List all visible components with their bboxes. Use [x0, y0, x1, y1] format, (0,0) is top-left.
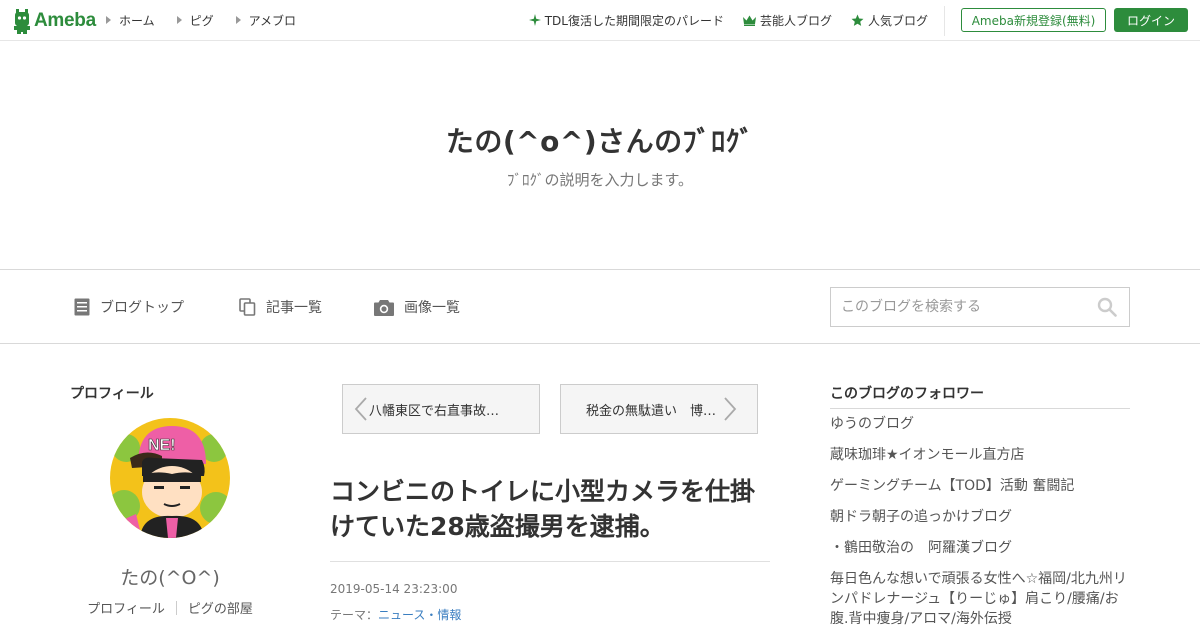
blog-description: ﾌﾞﾛｸﾞの説明を入力します。 — [506, 171, 693, 189]
trend-link-celebrity-label: 芸能人ブログ — [759, 13, 832, 28]
blog-title[interactable]: たの(^o^)さんのﾌﾞﾛｸﾞ — [0, 120, 1200, 160]
blognav-entries-label: 記事一覧 — [266, 300, 322, 316]
avatar[interactable]: NE! — [110, 418, 230, 538]
trend-link-popular[interactable]: 人気ブログ — [851, 12, 928, 29]
caret-right-icon — [106, 16, 111, 24]
divider — [944, 6, 945, 36]
blog-search — [830, 287, 1130, 327]
camera-icon — [374, 299, 394, 316]
trend-link-parade-label: TDL復活した期間限定のパレード — [544, 13, 724, 28]
search-input[interactable] — [831, 288, 1091, 326]
copy-icon — [239, 298, 256, 316]
profile-name[interactable]: たの(^O^) — [70, 563, 270, 590]
blognav-top[interactable]: ブログトップ — [74, 297, 184, 317]
logo-text: Ameba — [34, 10, 96, 31]
next-entry-title: 税金の無駄遣い 博… — [586, 403, 717, 419]
article-title[interactable]: コンビニのトイレに小型カメラを仕掛けていた28歳盗撮男を逮捕。 — [330, 474, 770, 544]
follower-item[interactable]: ゆうのブログ — [830, 414, 1130, 434]
theme-link[interactable]: ニュース・情報 — [378, 608, 461, 622]
follower-item[interactable]: 毎日色んな想いで頑張る女性へ☆福岡/北九州リンパドレナージュ【りーじゅ】肩こり/… — [830, 569, 1130, 629]
prev-entry-title: 八幡東区で右直事故… — [369, 403, 500, 419]
divider — [175, 600, 177, 615]
nav-ameblo[interactable]: アメブロ — [235, 12, 297, 29]
follower-item[interactable]: ・鶴田敬治の 阿羅漢ブログ — [830, 538, 1130, 558]
followers-heading: このブログのフォロワー — [830, 386, 984, 402]
caret-right-icon — [235, 16, 241, 24]
blognav-images[interactable]: 画像一覧 — [374, 297, 460, 317]
blog-nav: ブログトップ 記事一覧 画像一覧 — [0, 271, 1200, 344]
nav-pigg-label: ピグ — [189, 13, 214, 28]
login-button[interactable]: ログイン — [1114, 8, 1188, 32]
pigg-room-link[interactable]: ピグの部屋 — [188, 598, 253, 617]
star-icon — [851, 14, 864, 26]
global-nav: ホーム ピグ アメブロ — [106, 0, 318, 40]
profile-link[interactable]: プロフィール — [87, 598, 165, 617]
nav-ameblo-label: アメブロ — [248, 13, 297, 28]
search-icon[interactable] — [1097, 297, 1117, 317]
next-entry-button[interactable]: 税金の無駄遣い 博… — [560, 384, 758, 434]
blog-header: たの(^o^)さんのﾌﾞﾛｸﾞ ﾌﾞﾛｸﾞの説明を入力します。 — [0, 41, 1200, 270]
article-theme: テーマ：ニュース・情報 — [330, 606, 461, 623]
followers-list: ゆうのブログ 蔵味珈琲★イオンモール直方店 ゲーミングチーム【TOD】活動 奮闘… — [830, 414, 1130, 630]
follower-item[interactable]: 蔵味珈琲★イオンモール直方店 — [830, 445, 1130, 465]
trend-links: TDL復活した期間限定のパレード 芸能人ブログ 人気ブログ — [510, 0, 928, 40]
nav-home-label: ホーム — [119, 13, 155, 28]
theme-label: テーマ： — [330, 608, 379, 622]
top-bar: Ameba ホーム ピグ アメブロ TDL復活した期間限定のパレード 芸能人ブロ… — [0, 0, 1200, 41]
chevron-left-icon — [354, 397, 367, 421]
blognav-entries[interactable]: 記事一覧 — [239, 297, 322, 317]
crown-icon — [742, 15, 756, 26]
divider — [830, 408, 1130, 409]
document-icon — [74, 298, 90, 316]
sparkle-icon — [528, 14, 541, 26]
trend-link-popular-label: 人気ブログ — [867, 13, 928, 28]
ameba-mascot-icon — [14, 8, 30, 34]
nav-home[interactable]: ホーム — [106, 12, 155, 29]
prev-entry-button[interactable]: 八幡東区で右直事故… — [342, 384, 540, 434]
profile-links: プロフィール ピグの部屋 — [70, 598, 270, 617]
svg-text:NE!: NE! — [148, 437, 176, 454]
ameba-logo[interactable]: Ameba — [12, 8, 96, 34]
follower-item[interactable]: ゲーミングチーム【TOD】活動 奮闘記 — [830, 476, 1130, 496]
profile-heading: プロフィール — [70, 386, 154, 402]
register-button[interactable]: Ameba新規登録(無料) — [961, 8, 1106, 32]
trend-link-parade[interactable]: TDL復活した期間限定のパレード — [528, 12, 724, 29]
nav-pigg[interactable]: ピグ — [176, 12, 214, 29]
divider — [330, 561, 770, 562]
blognav-top-label: ブログトップ — [100, 300, 184, 316]
blognav-images-label: 画像一覧 — [404, 300, 460, 316]
avatar-image: NE! — [110, 418, 230, 538]
chevron-right-icon — [724, 397, 737, 421]
trend-link-celebrity[interactable]: 芸能人ブログ — [742, 12, 832, 29]
article-date: 2019-05-14 23:23:00 — [330, 582, 458, 596]
follower-item[interactable]: 朝ドラ朝子の追っかけブログ — [830, 507, 1130, 527]
caret-right-icon — [176, 16, 182, 24]
